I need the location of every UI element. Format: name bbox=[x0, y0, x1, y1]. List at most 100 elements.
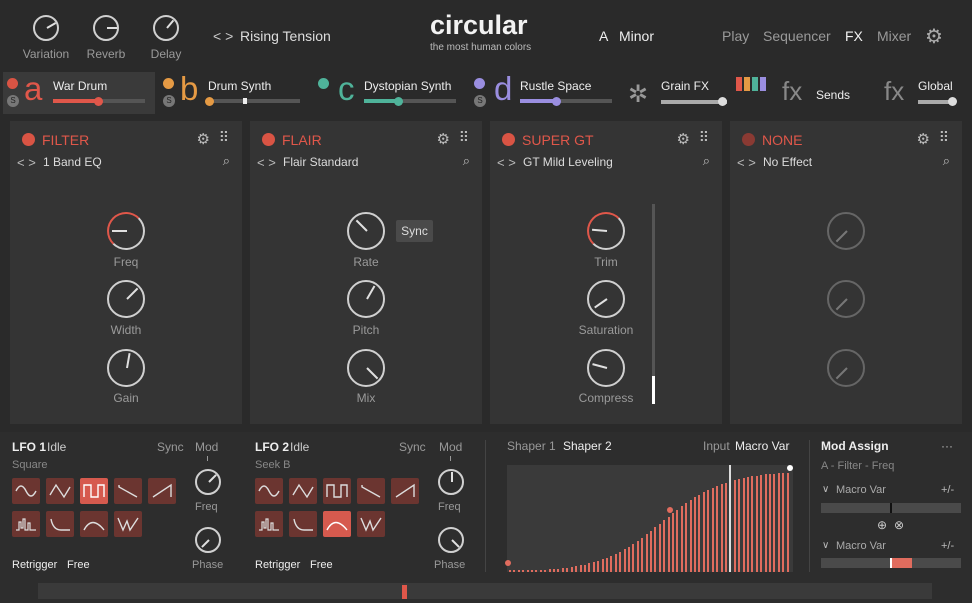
none-drag-handle-icon[interactable]: ⠿ bbox=[939, 129, 949, 146]
sends-name[interactable]: Sends bbox=[816, 88, 850, 102]
lfo2-wave-ramp-up[interactable] bbox=[391, 478, 419, 504]
variation-knob[interactable] bbox=[33, 15, 59, 41]
slot-b-level-handle[interactable] bbox=[205, 97, 214, 106]
menu-sequencer[interactable]: Sequencer bbox=[763, 28, 831, 44]
global-level-handle[interactable] bbox=[948, 97, 957, 106]
lfo2-wave-random[interactable] bbox=[255, 511, 283, 537]
bottom-step-strip[interactable] bbox=[38, 583, 932, 599]
super-gt-trim-knob[interactable] bbox=[587, 212, 625, 250]
lfo1-retrigger-value[interactable]: Free bbox=[67, 559, 90, 571]
lfo1-phase-knob[interactable] bbox=[195, 527, 221, 553]
none-search-icon[interactable]: ⌕ bbox=[943, 153, 950, 169]
super-gt-compress-knob[interactable] bbox=[587, 349, 625, 387]
super-gt-search-icon[interactable]: ⌕ bbox=[703, 153, 710, 169]
mod-row-1-pm[interactable]: +/- bbox=[941, 484, 954, 496]
slot-b-led[interactable] bbox=[163, 78, 174, 89]
lfo1-wave-sine[interactable] bbox=[12, 478, 40, 504]
global-name[interactable]: Global bbox=[918, 79, 953, 93]
lfo2-phase-knob[interactable] bbox=[438, 527, 464, 553]
lfo1-sync[interactable]: Sync bbox=[157, 440, 184, 454]
menu-mixer[interactable]: Mixer bbox=[877, 28, 911, 44]
none-settings-icon[interactable]: ⚙ bbox=[917, 130, 930, 148]
delay-knob[interactable] bbox=[153, 15, 179, 41]
lfo1-wave-exp[interactable] bbox=[46, 511, 74, 537]
menu-fx[interactable]: FX bbox=[845, 28, 863, 44]
shaper-graph[interactable] bbox=[505, 465, 793, 572]
lfo1-wave-ramp-down[interactable] bbox=[114, 478, 142, 504]
slot-a-led[interactable] bbox=[7, 78, 18, 89]
mod-row-1-slider[interactable] bbox=[821, 503, 961, 513]
lfo1-wave-random[interactable] bbox=[12, 511, 40, 537]
lfo2-wave-ramp-down[interactable] bbox=[357, 478, 385, 504]
shaper-point-start[interactable] bbox=[505, 560, 511, 566]
flair-power-led[interactable] bbox=[262, 133, 275, 146]
none-nav-arrows-icon[interactable]: < > bbox=[737, 155, 756, 170]
slot-a-solo[interactable]: S bbox=[7, 95, 19, 107]
none-power-led[interactable] bbox=[742, 133, 755, 146]
lfo2-wave-sine[interactable] bbox=[255, 478, 283, 504]
filter-search-icon[interactable]: ⌕ bbox=[223, 153, 230, 169]
flair-rate-knob[interactable] bbox=[347, 212, 385, 250]
mod-remove-icon[interactable]: ⊗ bbox=[894, 518, 904, 532]
filter-drag-handle-icon[interactable]: ⠿ bbox=[219, 129, 229, 146]
lfo2-wave-exp[interactable] bbox=[289, 511, 317, 537]
mod-row-2-pm[interactable]: +/- bbox=[941, 540, 954, 552]
slot-d-led[interactable] bbox=[474, 78, 485, 89]
preset-name[interactable]: Rising Tension bbox=[240, 28, 331, 44]
lfo2-sync[interactable]: Sync bbox=[399, 440, 426, 454]
slot-b-solo[interactable]: S bbox=[163, 95, 175, 107]
flair-mix-knob[interactable] bbox=[347, 349, 385, 387]
slot-c-level[interactable] bbox=[364, 99, 456, 103]
lfo1-wave-spike[interactable] bbox=[114, 511, 142, 537]
mod-row-1-chevron-icon[interactable]: ∨ bbox=[822, 484, 829, 495]
flair-preset-name[interactable]: Flair Standard bbox=[283, 155, 358, 169]
super-gt-settings-icon[interactable]: ⚙ bbox=[677, 130, 690, 148]
reverb-knob[interactable] bbox=[93, 15, 119, 41]
super-gt-drag-handle-icon[interactable]: ⠿ bbox=[699, 129, 709, 146]
super-gt-saturation-knob[interactable] bbox=[587, 280, 625, 318]
flair-pitch-knob[interactable] bbox=[347, 280, 385, 318]
shaper-tab-1[interactable]: Shaper 1 bbox=[507, 439, 556, 453]
super-gt-power-led[interactable] bbox=[502, 133, 515, 146]
filter-nav-arrows-icon[interactable]: < > bbox=[17, 155, 36, 170]
lfo2-freq-knob[interactable] bbox=[438, 469, 464, 495]
shaper-point-end[interactable] bbox=[787, 465, 793, 471]
lfo2-wave-triangle[interactable] bbox=[289, 478, 317, 504]
lfo1-wave-square[interactable] bbox=[80, 478, 108, 504]
menu-play[interactable]: Play bbox=[722, 28, 749, 44]
slot-a-level-handle[interactable] bbox=[94, 97, 103, 106]
mod-add-icon[interactable]: ⊕ bbox=[877, 518, 887, 532]
grain-fx-level-handle[interactable] bbox=[718, 97, 727, 106]
lfo1-wave-curve[interactable] bbox=[80, 511, 108, 537]
none-preset-name[interactable]: No Effect bbox=[763, 155, 812, 169]
filter-power-led[interactable] bbox=[22, 133, 35, 146]
filter-preset-name[interactable]: 1 Band EQ bbox=[43, 155, 102, 169]
lfo2-wave-curve[interactable] bbox=[323, 511, 351, 537]
mod-row-2-slider[interactable] bbox=[821, 558, 961, 568]
shaper-tab-2[interactable]: Shaper 2 bbox=[563, 439, 612, 453]
super-gt-preset-name[interactable]: GT Mild Leveling bbox=[523, 155, 613, 169]
filter-freq-knob[interactable] bbox=[107, 212, 145, 250]
filter-width-knob[interactable] bbox=[107, 280, 145, 318]
key-label[interactable]: A bbox=[599, 28, 608, 44]
scale-label[interactable]: Minor bbox=[619, 28, 654, 44]
flair-search-icon[interactable]: ⌕ bbox=[463, 153, 470, 169]
slot-b-level[interactable] bbox=[208, 99, 300, 103]
filter-gain-knob[interactable] bbox=[107, 349, 145, 387]
mod-assign-more-icon[interactable]: ··· bbox=[941, 439, 953, 453]
flair-nav-arrows-icon[interactable]: < > bbox=[257, 155, 276, 170]
filter-settings-icon[interactable]: ⚙ bbox=[197, 130, 210, 148]
flair-sync-button[interactable]: Sync bbox=[396, 220, 433, 242]
slot-d-level-handle[interactable] bbox=[552, 97, 561, 106]
lfo1-freq-knob[interactable] bbox=[195, 469, 221, 495]
lfo1-wave-ramp-up[interactable] bbox=[148, 478, 176, 504]
slot-d-solo[interactable]: S bbox=[474, 95, 486, 107]
flair-drag-handle-icon[interactable]: ⠿ bbox=[459, 129, 469, 146]
lfo2-retrigger-value[interactable]: Free bbox=[310, 559, 333, 571]
preset-nav-arrows[interactable]: < > bbox=[213, 28, 233, 44]
slot-d-level[interactable] bbox=[520, 99, 612, 103]
settings-gear-icon[interactable]: ⚙ bbox=[925, 24, 943, 49]
slot-c-level-handle[interactable] bbox=[394, 97, 403, 106]
shaper-point-mid[interactable] bbox=[667, 507, 673, 513]
lfo2-wave-square[interactable] bbox=[323, 478, 351, 504]
